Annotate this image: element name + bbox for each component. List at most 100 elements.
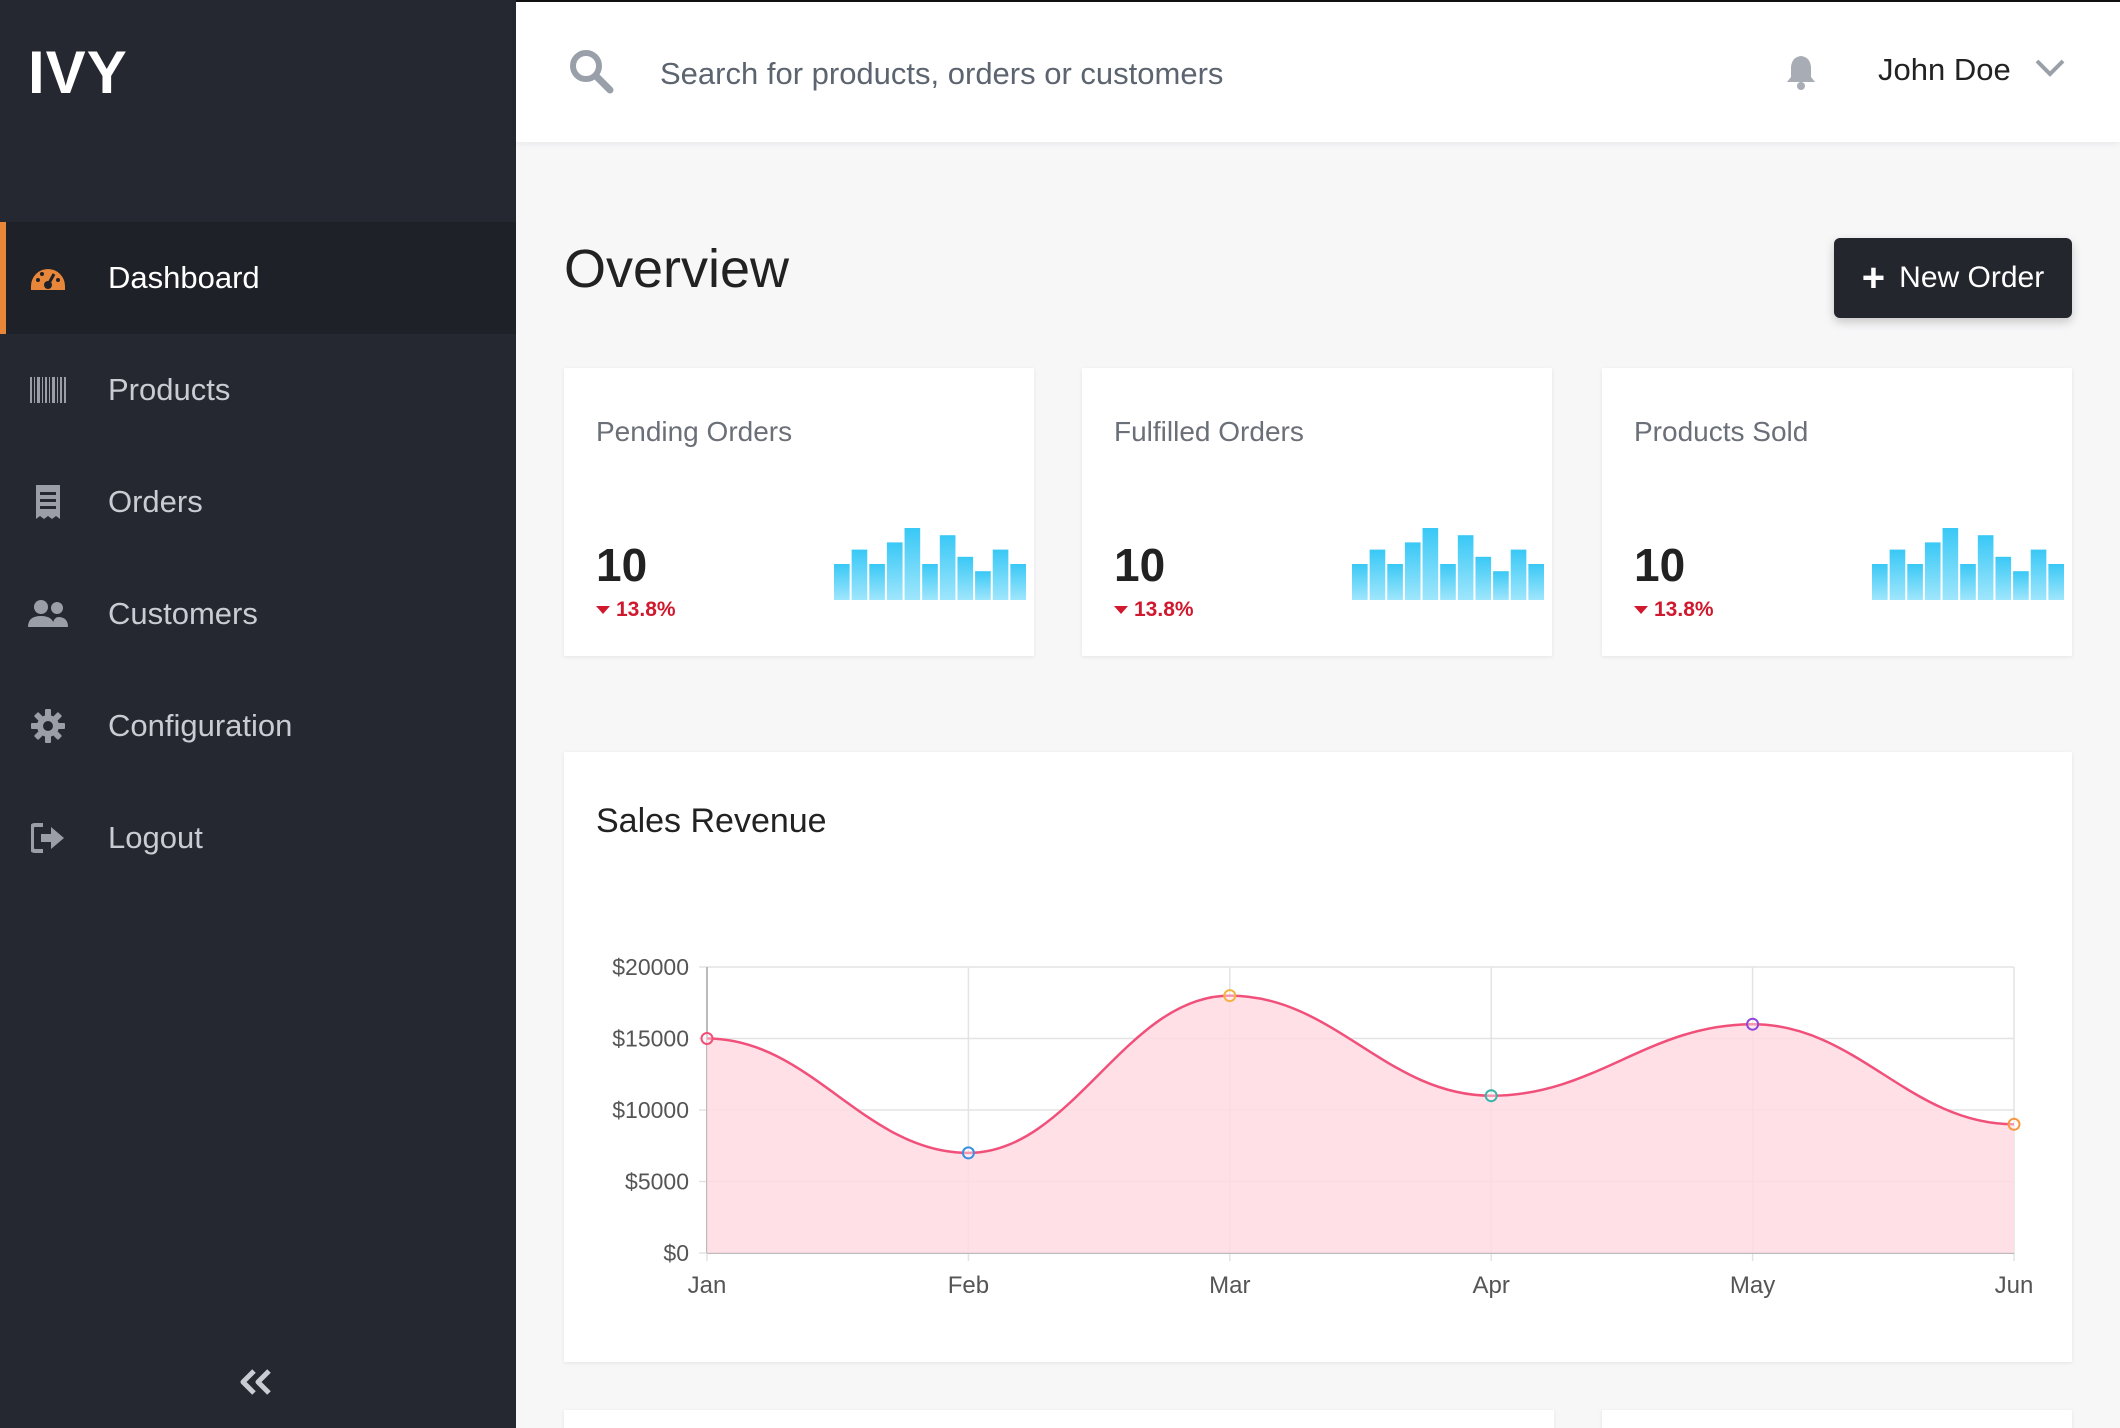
x-tick-label: May xyxy=(1730,1272,1775,1299)
y-tick-label: $0 xyxy=(663,1240,689,1266)
spark-bar xyxy=(939,535,956,600)
bottom-card xyxy=(564,1410,1554,1428)
sparkline-chart xyxy=(834,528,1026,600)
bell-icon[interactable] xyxy=(1786,54,1816,95)
sidebar-item-label: Products xyxy=(108,372,231,407)
spark-bar xyxy=(1942,528,1959,600)
new-order-button[interactable]: + New Order xyxy=(1834,238,2072,318)
spark-bar xyxy=(1440,564,1456,600)
card-delta: 13.8% xyxy=(1114,598,1194,622)
spark-bar xyxy=(1387,564,1403,600)
data-point[interactable] xyxy=(1484,1089,1498,1103)
app-logo[interactable]: IVY xyxy=(28,38,128,107)
caret-down-icon xyxy=(1634,606,1648,614)
spark-bar xyxy=(2013,571,2029,600)
spark-bar xyxy=(1528,564,1544,600)
spark-bar xyxy=(2048,564,2064,600)
data-point[interactable] xyxy=(700,1032,714,1045)
revenue-area xyxy=(707,995,2014,1253)
page-title: Overview xyxy=(564,239,790,299)
sidebar-item-logout[interactable]: Logout xyxy=(0,782,516,894)
spark-bar xyxy=(1872,564,1888,600)
card-value: 10 xyxy=(1114,539,1166,591)
spark-bar xyxy=(834,564,850,600)
x-tick-label: Mar xyxy=(1209,1272,1250,1299)
spark-bar xyxy=(1493,571,1509,600)
stat-cards: Pending Orders 10 13.8% Fulfilled Orders… xyxy=(564,368,2072,656)
x-tick-label: Feb xyxy=(948,1272,989,1299)
search-icon[interactable] xyxy=(568,48,614,99)
data-point[interactable] xyxy=(1746,1017,1760,1031)
card-title: Products Sold xyxy=(1634,416,1809,447)
search-input[interactable] xyxy=(660,46,1560,102)
spark-bar xyxy=(886,542,903,600)
spark-bar xyxy=(1352,564,1368,600)
spark-bar xyxy=(1010,564,1026,600)
plus-icon: + xyxy=(1861,256,1886,300)
spark-bar xyxy=(869,564,885,600)
card-value: 10 xyxy=(1634,539,1686,591)
barcode-icon xyxy=(28,370,68,410)
sales-revenue-chart: $0 $5000 $10000 $15000 $20000 Jan Feb Mar Apr May… xyxy=(612,954,2034,1299)
spark-bar xyxy=(1907,564,1923,600)
spark-bar xyxy=(1889,549,1906,600)
sidebar-collapse-button[interactable] xyxy=(236,1362,276,1402)
dashboard-icon xyxy=(28,258,68,298)
spark-bar xyxy=(1510,549,1527,600)
sidebar-item-products[interactable]: Products xyxy=(0,334,516,446)
card-value: 10 xyxy=(596,539,648,591)
data-point[interactable] xyxy=(961,1146,975,1160)
sidebar-item-configuration[interactable]: Configuration xyxy=(0,670,516,782)
sidebar-item-label: Dashboard xyxy=(108,260,260,295)
double-chevron-left-icon xyxy=(240,1369,271,1395)
spark-bar xyxy=(922,564,938,600)
card-delta-value: 13.8% xyxy=(616,598,676,621)
y-tick-label: $5000 xyxy=(625,1169,689,1195)
x-tick-label: Jun xyxy=(1995,1272,2034,1299)
y-tick-label: $20000 xyxy=(612,954,689,980)
sparkline-chart xyxy=(1352,528,1544,600)
sidebar-item-label: Orders xyxy=(108,484,203,519)
user-name: John Doe xyxy=(1878,52,2011,87)
spark-bar xyxy=(975,571,991,600)
sidebar: IVY Dashboard Products Orders Customers … xyxy=(0,0,516,1428)
new-order-label: New Order xyxy=(1899,261,2045,294)
spark-bar xyxy=(992,549,1009,600)
card-delta-value: 13.8% xyxy=(1654,598,1714,621)
stat-card-pending-orders: Pending Orders 10 13.8% xyxy=(564,368,1034,656)
spark-bar xyxy=(1475,556,1492,600)
sidebar-nav: Dashboard Products Orders Customers Conf… xyxy=(0,222,516,894)
caret-down-icon xyxy=(1114,606,1128,614)
y-tick-label: $15000 xyxy=(612,1026,689,1052)
spark-bar xyxy=(957,556,974,600)
sidebar-item-label: Logout xyxy=(108,820,203,855)
x-tick-label: Jan xyxy=(688,1272,727,1299)
user-menu[interactable]: John Doe xyxy=(1878,52,2065,88)
bottom-card xyxy=(1602,1410,2072,1428)
gear-icon xyxy=(28,706,68,746)
logout-icon xyxy=(28,818,68,858)
card-delta-value: 13.8% xyxy=(1134,598,1194,621)
spark-bar xyxy=(1977,535,1994,600)
data-point[interactable] xyxy=(2007,1117,2021,1131)
sidebar-item-orders[interactable]: Orders xyxy=(0,446,516,558)
receipt-icon xyxy=(28,482,68,522)
data-point[interactable] xyxy=(1223,989,1237,1003)
spark-bar xyxy=(904,528,921,600)
sidebar-item-label: Configuration xyxy=(108,708,293,743)
stat-card-products-sold: Products Sold 10 13.8% xyxy=(1602,368,2072,656)
card-delta: 13.8% xyxy=(1634,598,1714,622)
spark-bar xyxy=(1995,556,2012,600)
spark-bar xyxy=(1422,528,1439,600)
sales-revenue-card: Sales Revenue $0 $5000 $10000 $15000 $20000 J… xyxy=(564,752,2072,1362)
sparkline-chart xyxy=(1872,528,2064,600)
card-title: Fulfilled Orders xyxy=(1114,416,1304,447)
chevron-down-icon xyxy=(2035,58,2065,83)
top-bar: John Doe xyxy=(516,0,2120,142)
card-delta: 13.8% xyxy=(596,598,676,622)
caret-down-icon xyxy=(596,606,610,614)
sidebar-item-dashboard[interactable]: Dashboard xyxy=(0,222,516,334)
sidebar-item-label: Customers xyxy=(108,596,258,631)
x-tick-label: Apr xyxy=(1473,1272,1510,1299)
sidebar-item-customers[interactable]: Customers xyxy=(0,558,516,670)
